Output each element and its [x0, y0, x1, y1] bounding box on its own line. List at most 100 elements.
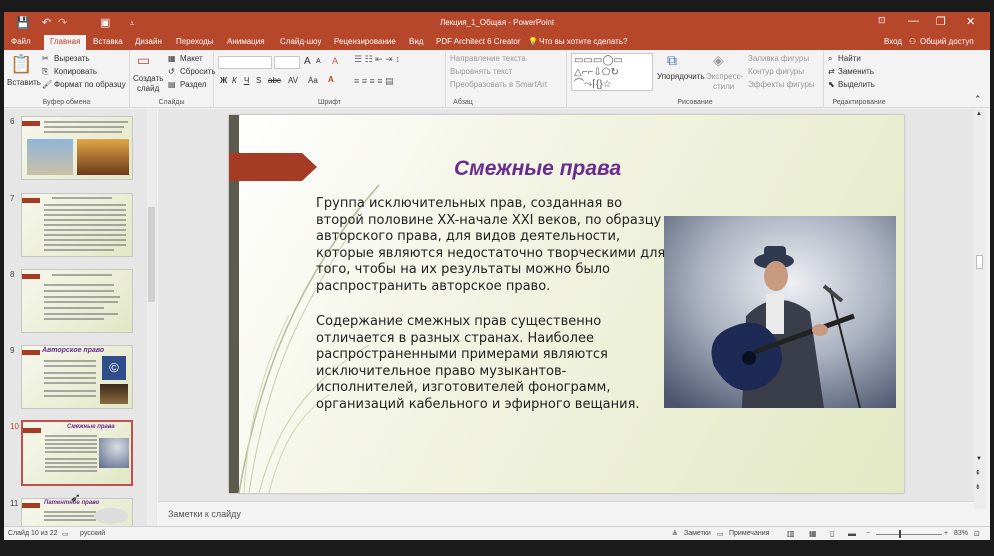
- zoom-slider[interactable]: [876, 534, 942, 535]
- cut-button[interactable]: Вырезать: [54, 54, 90, 63]
- reading-view-icon[interactable]: ▯: [830, 529, 834, 538]
- slide-thumbnail-10[interactable]: Смежные права: [21, 420, 133, 486]
- scrollbar-thumb[interactable]: [976, 255, 983, 269]
- spellcheck-icon[interactable]: ▭: [62, 530, 69, 538]
- align-icons[interactable]: ≡ ≡ ≡ ≡ ▤: [354, 76, 394, 87]
- tab-pdf-architect[interactable]: PDF Architect 6 Creator: [436, 37, 520, 46]
- paste-button[interactable]: Вставить: [7, 78, 41, 87]
- thumbnails-scrollbar[interactable]: [147, 109, 156, 528]
- arrange-button[interactable]: Упорядочить: [657, 72, 705, 81]
- minimize-button[interactable]: —: [908, 15, 919, 27]
- notes-placeholder[interactable]: Заметки к слайду: [168, 509, 241, 519]
- slide-thumbnail-7[interactable]: [21, 193, 133, 257]
- language-indicator[interactable]: русский: [80, 530, 105, 537]
- replace-button[interactable]: Заменить: [838, 67, 874, 76]
- share-button[interactable]: Общий доступ: [920, 37, 974, 46]
- new-slide-button-line2[interactable]: слайд: [137, 84, 159, 93]
- zoom-out-icon[interactable]: −: [866, 530, 870, 537]
- slide-thumbnail-9[interactable]: Авторское право ©: [21, 345, 133, 409]
- text-direction-button[interactable]: Направление текста: [450, 54, 526, 63]
- slide-title[interactable]: Смежные права: [454, 157, 621, 181]
- fit-slide-icon[interactable]: ⊡: [974, 530, 980, 538]
- tab-transitions[interactable]: Переходы: [176, 37, 214, 46]
- section-button[interactable]: Раздел: [180, 80, 206, 89]
- drawing-label: Рисование: [677, 99, 713, 106]
- layout-button[interactable]: Макет: [180, 54, 203, 63]
- tab-file[interactable]: Файл: [11, 37, 31, 46]
- format-painter-icon: 🖌: [42, 80, 53, 89]
- slide-paragraph-1[interactable]: Группа исключительных прав, созданная во…: [316, 196, 666, 296]
- previous-slide-icon[interactable]: ⇞: [975, 469, 981, 477]
- zoom-slider-thumb[interactable]: [899, 530, 901, 538]
- guitarist-photo[interactable]: [664, 216, 896, 408]
- sign-in-link[interactable]: Вход: [884, 37, 902, 46]
- notes-pane[interactable]: Заметки к слайду: [158, 501, 974, 525]
- bullets-icon[interactable]: ☰ ☷ ⇤ ⇥ ↕: [354, 54, 400, 65]
- tab-animations[interactable]: Анимация: [227, 37, 265, 46]
- tell-me-search[interactable]: Что вы хотите сделать?: [539, 37, 627, 46]
- clear-formatting-button[interactable]: A: [332, 56, 338, 66]
- italic-button[interactable]: К: [232, 76, 237, 85]
- slide-paragraph-2[interactable]: Содержание смежных прав существенно отли…: [316, 314, 666, 414]
- powerpoint-window: 💾 ↶ ↷ ▣ ⩡ Лекция_1_Общая - PowerPoint ⊡ …: [4, 12, 990, 540]
- slide-thumbnail-6[interactable]: [21, 116, 133, 180]
- bold-button[interactable]: Ж: [220, 76, 227, 85]
- slide-canvas[interactable]: Смежные права Группа исключительных прав…: [229, 115, 904, 493]
- notes-toggle[interactable]: Заметки: [684, 530, 711, 537]
- normal-view-icon[interactable]: ▥: [787, 529, 795, 538]
- tab-design[interactable]: Дизайн: [135, 37, 162, 46]
- slides-label: Слайды: [158, 99, 185, 106]
- grow-font-button[interactable]: A: [304, 56, 311, 67]
- find-button[interactable]: Найти: [838, 54, 861, 63]
- thumb-number: 11: [10, 499, 19, 508]
- strikethrough-button[interactable]: abc: [268, 76, 281, 85]
- font-name-input[interactable]: [218, 56, 272, 69]
- font-size-input[interactable]: [274, 56, 300, 69]
- quick-styles-button[interactable]: Экспресс-: [706, 72, 743, 81]
- zoom-level[interactable]: 83%: [954, 530, 968, 537]
- shape-effects-button[interactable]: Эффекты фигуры: [748, 80, 815, 89]
- paste-icon[interactable]: 📋: [10, 54, 32, 75]
- convert-smartart-button[interactable]: Преобразовать в SmartArt: [450, 80, 547, 89]
- shrink-font-button[interactable]: A: [316, 58, 321, 65]
- scroll-down-icon[interactable]: ▼: [976, 456, 982, 462]
- tab-insert[interactable]: Вставка: [93, 37, 123, 46]
- slide-sorter-icon[interactable]: ▦: [809, 529, 817, 538]
- shapes-gallery[interactable]: ▭▭▭◯▭ △⌐⌐⇩⬠↻ ⌒⤳⌈{}☆: [571, 53, 653, 91]
- tab-review[interactable]: Рецензирование: [334, 37, 396, 46]
- new-slide-button[interactable]: Создать: [133, 74, 163, 83]
- close-button[interactable]: ✕: [966, 15, 975, 28]
- thumb-number: 9: [10, 346, 15, 355]
- underline-button[interactable]: Ч: [244, 76, 249, 85]
- shape-fill-button[interactable]: Заливка фигуры: [748, 54, 809, 63]
- tab-home[interactable]: Главная: [44, 35, 87, 50]
- spacing-button[interactable]: AV: [288, 76, 298, 85]
- format-painter-button[interactable]: Формат по образцу: [54, 80, 126, 89]
- slide-scrollbar[interactable]: ▲ ▼ ⇞ ⇟: [974, 109, 986, 509]
- slideshow-view-icon[interactable]: ▬: [848, 529, 856, 538]
- copy-button[interactable]: Копировать: [54, 67, 97, 76]
- tab-view[interactable]: Вид: [409, 37, 423, 46]
- replace-icon: ⇄: [828, 67, 835, 76]
- comments-toggle[interactable]: Примечания: [729, 530, 769, 537]
- align-text-button[interactable]: Выровнять текст: [450, 67, 512, 76]
- quick-styles-button-line2[interactable]: стили: [713, 82, 734, 91]
- scroll-up-icon[interactable]: ▲: [976, 111, 982, 117]
- tab-slideshow[interactable]: Слайд-шоу: [280, 37, 321, 46]
- maximize-button[interactable]: ❐: [936, 15, 946, 28]
- select-button[interactable]: Выделить: [838, 80, 875, 89]
- collapse-ribbon-icon[interactable]: ⌃: [974, 94, 982, 105]
- paragraph-group: ☰ ☷ ⇤ ⇥ ↕ ≡ ≡ ≡ ≡ ▤ Направление текста В…: [354, 50, 572, 108]
- ribbon-display-options-icon[interactable]: ⊡: [878, 15, 886, 26]
- shape-outline-button[interactable]: Контур фигуры: [748, 67, 804, 76]
- next-slide-icon[interactable]: ⇟: [975, 483, 981, 491]
- change-case-button[interactable]: Aa: [308, 76, 318, 85]
- scrollbar-thumb[interactable]: [148, 207, 155, 302]
- font-color-icon[interactable]: A: [328, 75, 334, 84]
- mouse-cursor-icon: ➶: [70, 490, 81, 505]
- strike-button[interactable]: S: [256, 76, 261, 85]
- slide-thumbnail-8[interactable]: [21, 269, 133, 333]
- reset-button[interactable]: Сбросить: [180, 67, 216, 76]
- zoom-in-icon[interactable]: +: [944, 530, 948, 537]
- slide-counter: Слайд 10 из 22: [8, 530, 58, 537]
